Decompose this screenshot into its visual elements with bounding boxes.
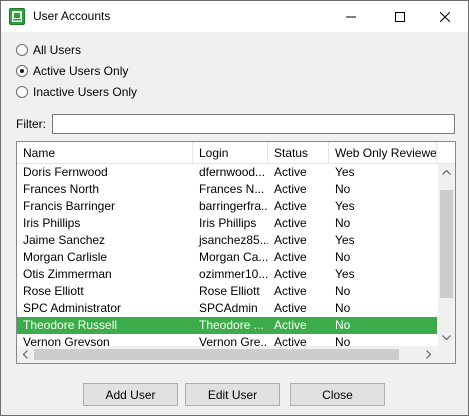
users-list[interactable]: Name Login Status Web Only Reviewer Dori… [16, 141, 456, 364]
app-icon [9, 8, 25, 25]
table-row[interactable]: Theodore Russell Theodore ... Active No [17, 317, 437, 334]
table-row[interactable]: Francis Barringer barringerfra... Active Ye… [17, 198, 437, 215]
cell-login: ozimmer10... [199, 267, 268, 281]
cell-login: dfernwood... [199, 165, 266, 179]
table-row[interactable]: SPC Administrator SPCAdmin Active No [17, 300, 437, 317]
cell-status: Active [274, 216, 307, 230]
close-icon [440, 11, 450, 22]
minimize-button[interactable] [328, 1, 374, 32]
column-header-web-only-reviewer[interactable]: Web Only Reviewer [329, 142, 437, 164]
vertical-scrollbar[interactable] [438, 164, 455, 346]
cell-status: Active [274, 318, 307, 332]
radio-label: Inactive Users Only [33, 85, 138, 99]
table-row[interactable]: Rose Elliott Rose Elliott Active No [17, 283, 437, 300]
column-header-login[interactable]: Login [193, 142, 268, 164]
cell-status: Active [274, 301, 307, 315]
cell-web-only-reviewer: No [335, 284, 351, 298]
radio-button[interactable] [16, 86, 28, 98]
filter-label: Filter: [16, 117, 46, 131]
filter-input[interactable] [52, 114, 455, 134]
table-row[interactable]: Iris Phillips Iris Phillips Active No [17, 215, 437, 232]
close-button[interactable]: Close [290, 383, 385, 406]
cell-status: Active [274, 233, 307, 247]
cell-login: Frances N... [199, 182, 265, 196]
cell-login: barringerfra... [199, 199, 268, 213]
cell-login: Rose Elliott [199, 284, 260, 298]
cell-login: SPCAdmin [199, 301, 258, 315]
cell-web-only-reviewer: No [335, 335, 351, 346]
cell-web-only-reviewer: Yes [335, 199, 355, 213]
cell-web-only-reviewer: No [335, 318, 351, 332]
cell-login: Vernon Gre... [199, 335, 268, 346]
list-header: Name Login Status Web Only Reviewer [17, 142, 455, 164]
cell-login: Morgan Ca... [199, 250, 268, 264]
table-row[interactable]: Frances North Frances N... Active No [17, 181, 437, 198]
scroll-down-icon[interactable] [442, 335, 451, 340]
cell-status: Active [274, 182, 307, 196]
cell-name: Rose Elliott [23, 284, 84, 298]
cell-login: Iris Phillips [199, 216, 257, 230]
table-row[interactable]: Vernon Greyson Vernon Gre... Active No [17, 334, 437, 346]
add-user-button[interactable]: Add User [83, 383, 178, 406]
cell-login: jsanchez85... [199, 233, 268, 247]
user-accounts-window: User Accounts All Users Active Users Onl… [0, 0, 469, 416]
cell-name: Morgan Carlisle [23, 250, 108, 264]
maximize-button[interactable] [377, 1, 423, 32]
table-row[interactable]: Otis Zimmerman ozimmer10... Active Yes [17, 266, 437, 283]
cell-name: Vernon Greyson [23, 335, 110, 346]
cell-name: Doris Fernwood [23, 165, 108, 179]
cell-web-only-reviewer: Yes [335, 165, 355, 179]
cell-web-only-reviewer: Yes [335, 267, 355, 281]
scrollbar-corner [438, 346, 455, 363]
cell-web-only-reviewer: No [335, 301, 351, 315]
cell-name: Frances North [23, 182, 100, 196]
horizontal-scrollbar[interactable] [17, 346, 438, 363]
cell-status: Active [274, 284, 307, 298]
cell-web-only-reviewer: No [335, 250, 351, 264]
close-window-button[interactable] [422, 1, 468, 32]
cell-name: Theodore Russell [23, 318, 118, 332]
radio-active-users-only[interactable]: Active Users Only [16, 63, 128, 79]
radio-button[interactable] [16, 65, 28, 77]
cell-status: Active [274, 267, 307, 281]
edit-user-button[interactable]: Edit User [185, 383, 280, 406]
cell-status: Active [274, 165, 307, 179]
cell-name: Otis Zimmerman [23, 267, 112, 281]
cell-web-only-reviewer: Yes [335, 233, 355, 247]
table-row[interactable]: Doris Fernwood dfernwood... Active Yes [17, 164, 437, 181]
scroll-left-icon[interactable] [23, 350, 28, 359]
radio-all-users[interactable]: All Users [16, 42, 81, 58]
cell-name: Jaime Sanchez [23, 233, 106, 247]
column-header-status[interactable]: Status [268, 142, 329, 164]
cell-status: Active [274, 335, 307, 346]
horizontal-scroll-thumb[interactable] [34, 349, 399, 360]
radio-label: Active Users Only [33, 64, 129, 78]
radio-inactive-users-only[interactable]: Inactive Users Only [16, 84, 137, 100]
cell-status: Active [274, 250, 307, 264]
cell-status: Active [274, 199, 307, 213]
maximize-icon [395, 11, 405, 22]
table-row[interactable]: Morgan Carlisle Morgan Ca... Active No [17, 249, 437, 266]
minimize-icon [346, 16, 356, 17]
title-bar[interactable]: User Accounts [1, 1, 468, 32]
scroll-right-icon[interactable] [426, 350, 431, 359]
column-header-name[interactable]: Name [17, 142, 193, 164]
cell-web-only-reviewer: No [335, 216, 351, 230]
list-body: Doris Fernwood dfernwood... Active Yes Franc… [17, 164, 437, 346]
cell-web-only-reviewer: No [335, 182, 351, 196]
table-row[interactable]: Jaime Sanchez jsanchez85... Active Yes [17, 232, 437, 249]
window-title: User Accounts [33, 9, 111, 23]
cell-name: Francis Barringer [23, 199, 116, 213]
scroll-up-icon[interactable] [442, 170, 451, 175]
vertical-scroll-thumb[interactable] [440, 190, 453, 298]
cell-login: Theodore ... [199, 318, 264, 332]
cell-name: Iris Phillips [23, 216, 81, 230]
radio-button[interactable] [16, 44, 28, 56]
cell-name: SPC Administrator [23, 301, 122, 315]
radio-label: All Users [33, 43, 82, 57]
